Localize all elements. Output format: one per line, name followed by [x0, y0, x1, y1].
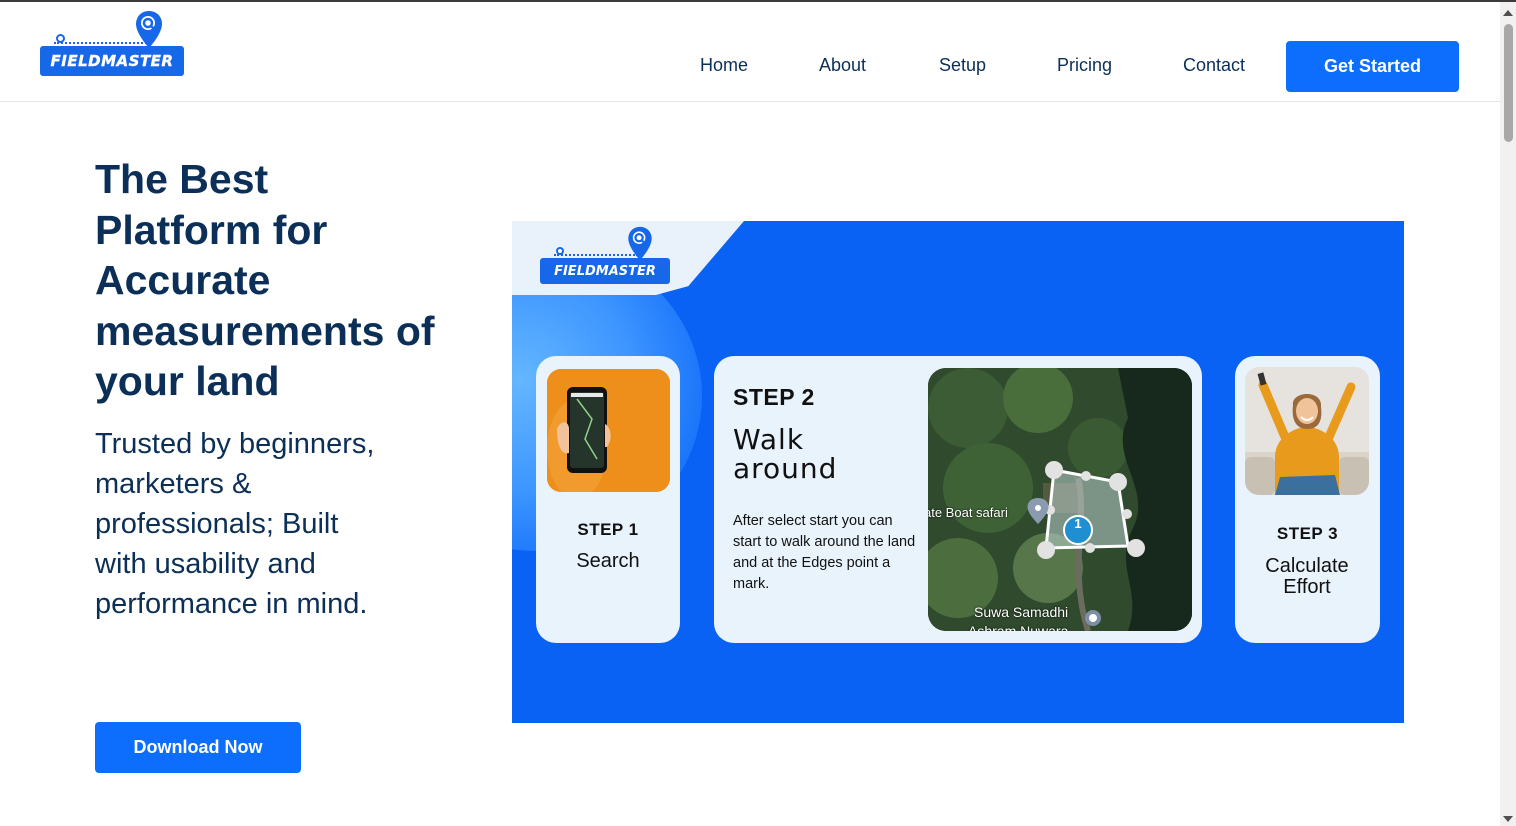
step-2-number: STEP 2: [733, 384, 815, 410]
scroll-down-arrow-icon[interactable]: [1503, 816, 1513, 822]
nav-contact[interactable]: Contact: [1183, 55, 1245, 76]
nav-pricing[interactable]: Pricing: [1057, 55, 1112, 76]
location-pin-icon: [628, 226, 652, 261]
page-scrollbar[interactable]: [1500, 2, 1516, 826]
get-started-button[interactable]: Get Started: [1286, 41, 1459, 92]
step-1-name: Search: [576, 550, 640, 572]
celebrating-woman-image: [1245, 367, 1369, 495]
download-now-button[interactable]: Download Now: [95, 722, 301, 773]
map-illustration: [928, 368, 1192, 631]
site-header: FIELDMASTER Home About Setup Pricing Con…: [0, 2, 1500, 102]
banner-logo-wordmark: FIELDMASTER: [540, 258, 670, 284]
nav-home[interactable]: Home: [700, 55, 748, 76]
step-card-calculate-effort: STEP 3 Calculate Effort: [1235, 356, 1380, 643]
step-card-search: STEP 1 Search: [536, 356, 680, 643]
steps-banner: FIELDMASTER STEP 1 Search STEP 2 Walk ar…: [512, 221, 1404, 723]
phone-in-hand-image: [547, 369, 670, 492]
banner-logo-dot: [556, 247, 564, 255]
logo-start-dot: [56, 34, 65, 43]
nav-about[interactable]: About: [819, 55, 866, 76]
step-1-number: STEP 1: [577, 520, 639, 539]
fieldmaster-logo[interactable]: FIELDMASTER: [40, 11, 186, 78]
banner-logo: FIELDMASTER: [540, 226, 672, 286]
woman-photo-illustration: [1245, 367, 1369, 495]
phone-photo-illustration: [547, 369, 670, 492]
scrollbar-thumb[interactable]: [1504, 24, 1513, 142]
nav-setup[interactable]: Setup: [939, 55, 986, 76]
map-label-ashram: Ashram Nuwara: [968, 623, 1069, 631]
hero-subtitle: Trusted by beginners, marketers & profes…: [95, 428, 375, 620]
map-marker-count: 1: [1074, 516, 1082, 531]
satellite-map-image: 1 ate Boat safari Suwa Samadhi Ashram Nu…: [928, 368, 1192, 631]
step-card-walk-around: STEP 2 Walk around After select start yo…: [714, 356, 1202, 643]
logo-wordmark: FIELDMASTER: [40, 46, 184, 76]
step-3-number: STEP 3: [1276, 524, 1339, 543]
hero-title: The Best Platform for Accurate measureme…: [95, 156, 435, 404]
location-pin-icon: [136, 11, 162, 48]
scroll-up-arrow-icon[interactable]: [1503, 10, 1513, 16]
step-2-description: After select start you can start to walk…: [733, 513, 916, 592]
map-label-boat-safari: ate Boat safari: [928, 505, 1008, 520]
map-label-suwa-samadhi: Suwa Samadhi: [974, 604, 1069, 620]
step-2-name: Walk around: [733, 423, 838, 485]
step-3-name: Calculate Effort: [1265, 555, 1349, 598]
